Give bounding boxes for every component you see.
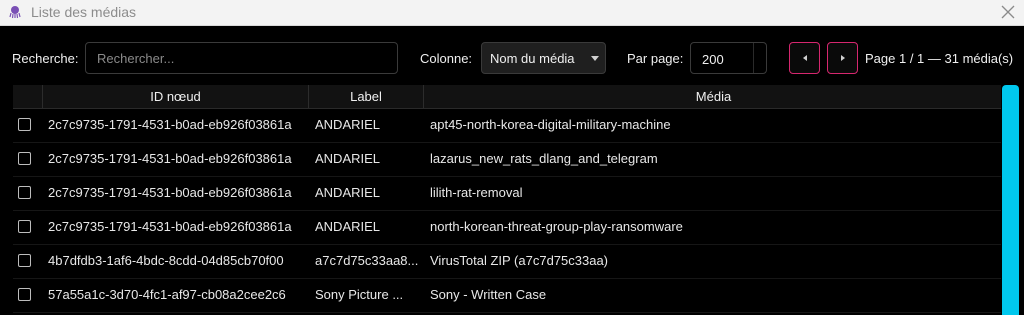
title-bar: Liste des médias — [0, 0, 1024, 26]
cell-id: 2c7c9735-1791-4531-b0ad-eb926f03861a — [48, 219, 292, 234]
column-select-value: Nom du média — [490, 51, 575, 66]
row-checkbox[interactable] — [18, 152, 31, 165]
search-label: Recherche: — [12, 51, 79, 66]
close-icon[interactable] — [998, 2, 1018, 22]
toolbar: Recherche: Colonne: Nom du média Par pag… — [0, 38, 1024, 78]
header-label[interactable]: Label — [309, 85, 424, 108]
cell-label: ANDARIEL — [315, 219, 381, 234]
table-header: ID nœud Label Média — [13, 85, 1003, 109]
row-checkbox[interactable] — [18, 186, 31, 199]
arrow-right-icon — [841, 55, 845, 61]
per-page-spinbox[interactable]: 200 — [690, 42, 767, 74]
cell-media: apt45-north-korea-digital-military-machi… — [430, 117, 671, 132]
cell-id: 2c7c9735-1791-4531-b0ad-eb926f03861a — [48, 151, 292, 166]
app-icon — [9, 6, 21, 19]
per-page-value: 200 — [702, 52, 724, 67]
column-select[interactable]: Nom du média — [481, 42, 606, 74]
table-row[interactable]: 4b7dfdb3-1af6-4bdc-8cdd-04d85cb70f00 a7c… — [13, 244, 1003, 279]
cell-media: lilith-rat-removal — [430, 185, 523, 200]
table-row[interactable]: 2c7c9735-1791-4531-b0ad-eb926f03861a AND… — [13, 176, 1003, 211]
spinner-arrows[interactable] — [753, 43, 766, 73]
row-checkbox[interactable] — [18, 220, 31, 233]
per-page-label: Par page: — [627, 51, 684, 66]
header-id-node[interactable]: ID nœud — [43, 85, 309, 108]
table-row[interactable]: 2c7c9735-1791-4531-b0ad-eb926f03861a AND… — [13, 210, 1003, 245]
cell-label: ANDARIEL — [315, 185, 381, 200]
search-input[interactable] — [85, 42, 398, 74]
previous-page-button[interactable] — [789, 42, 820, 74]
cell-label: ANDARIEL — [315, 151, 381, 166]
table-row[interactable]: 2c7c9735-1791-4531-b0ad-eb926f03861a AND… — [13, 142, 1003, 177]
table-row[interactable]: 57a55a1c-3d70-4fc1-af97-cb08a2cee2c6 Son… — [13, 278, 1003, 313]
header-select-column[interactable] — [13, 85, 43, 108]
row-checkbox[interactable] — [18, 254, 31, 267]
chevron-down-icon — [591, 56, 599, 61]
scrollbar-thumb[interactable] — [1002, 85, 1019, 315]
cell-media: lazarus_new_rats_dlang_and_telegram — [430, 151, 658, 166]
cell-media: Sony - Written Case — [430, 287, 547, 302]
vertical-scrollbar[interactable] — [1001, 85, 1019, 315]
cell-id: 2c7c9735-1791-4531-b0ad-eb926f03861a — [48, 185, 292, 200]
cell-id: 2c7c9735-1791-4531-b0ad-eb926f03861a — [48, 117, 292, 132]
media-table: ID nœud Label Média 2c7c9735-1791-4531-b… — [13, 85, 1003, 315]
row-checkbox[interactable] — [18, 288, 31, 301]
cell-label: a7c7d75c33aa8... — [315, 253, 419, 268]
row-checkbox[interactable] — [18, 118, 31, 131]
cell-id: 57a55a1c-3d70-4fc1-af97-cb08a2cee2c6 — [48, 287, 286, 302]
table-row[interactable]: 2c7c9735-1791-4531-b0ad-eb926f03861a AND… — [13, 108, 1003, 143]
header-media[interactable]: Média — [424, 85, 1003, 108]
cell-id: 4b7dfdb3-1af6-4bdc-8cdd-04d85cb70f00 — [48, 253, 284, 268]
cell-media: north-korean-threat-group-play-ransomwar… — [430, 219, 683, 234]
cell-label: Sony Picture ... — [315, 287, 404, 302]
arrow-left-icon — [803, 55, 807, 61]
next-page-button[interactable] — [827, 42, 858, 74]
column-label: Colonne: — [420, 51, 473, 66]
page-info: Page 1 / 1 — 31 média(s) — [865, 51, 1014, 66]
cell-media: VirusTotal ZIP (a7c7d75c33aa) — [430, 253, 609, 268]
cell-label: ANDARIEL — [315, 117, 381, 132]
window-title: Liste des médias — [31, 4, 137, 20]
